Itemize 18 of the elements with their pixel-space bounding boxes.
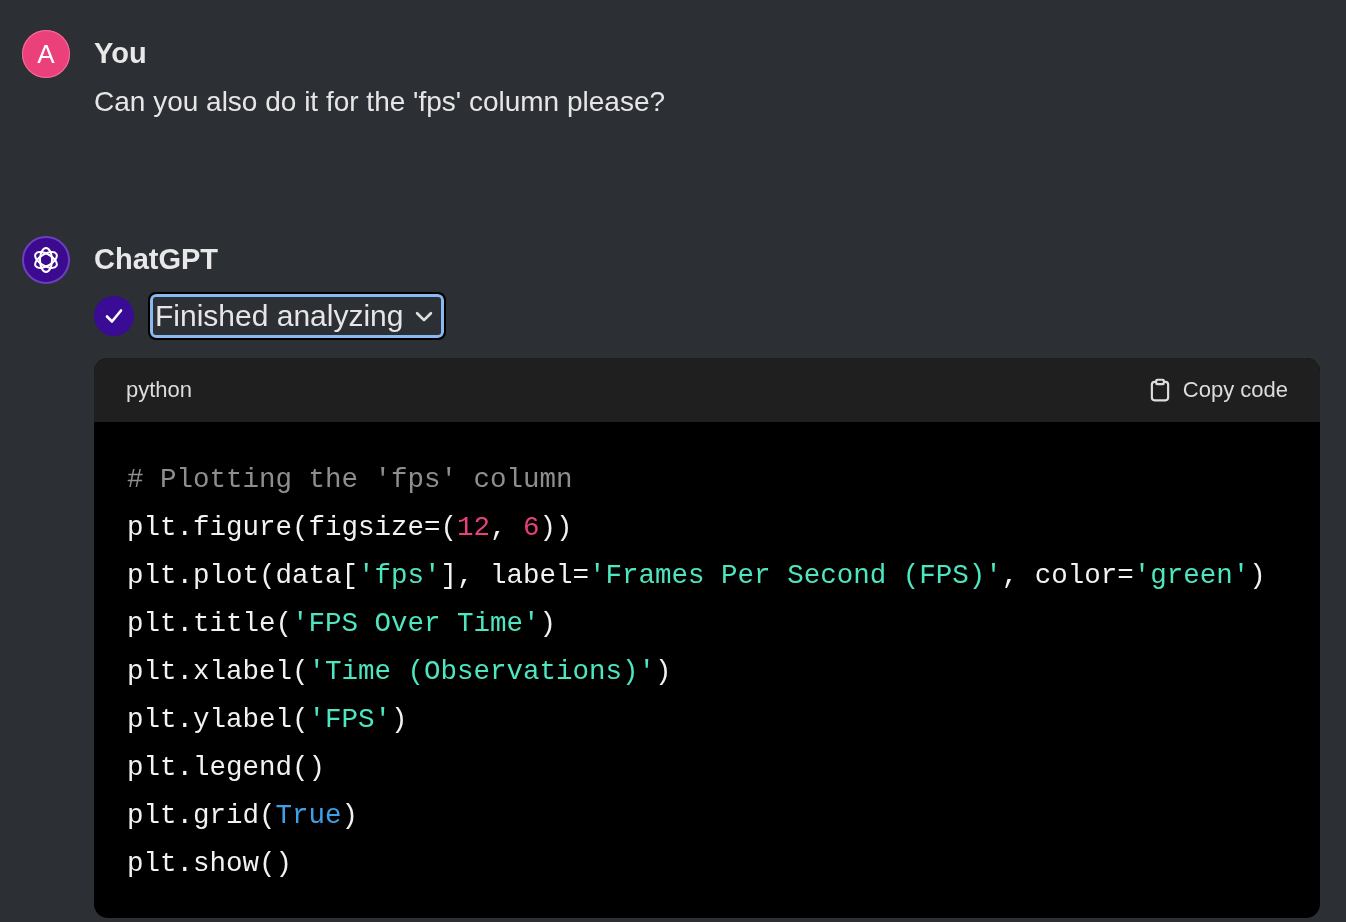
language-label: python: [126, 377, 193, 403]
message-text: Can you also do it for the 'fps' column please?: [94, 85, 667, 119]
code-line: plt.legend(): [127, 751, 327, 785]
code-line: plt.grid(True): [127, 799, 360, 833]
code-line: plt.plot(data['fps'], label='Frames Per Second (FPS)', color='green'): [127, 559, 1267, 593]
code-line: plt.show(): [127, 847, 294, 881]
author-name: ChatGPT: [94, 242, 220, 277]
assistant-avatar-icon: [22, 236, 70, 284]
code-line: plt.figure(figsize=(12, 6)): [127, 511, 574, 545]
check-circle-icon: [94, 296, 134, 336]
code-line: # Plotting the 'fps' column: [127, 463, 574, 497]
code-line: plt.ylabel('FPS'): [127, 703, 409, 737]
code-line: plt.title('FPS Over Time'): [127, 607, 558, 641]
user-avatar: A: [22, 30, 70, 78]
author-name: You: [94, 36, 148, 71]
status-dropdown[interactable]: Finished analyzing: [150, 294, 445, 338]
copy-code-button[interactable]: Copy code: [1146, 377, 1288, 403]
code-line: plt.xlabel('Time (Observations)'): [127, 655, 673, 689]
